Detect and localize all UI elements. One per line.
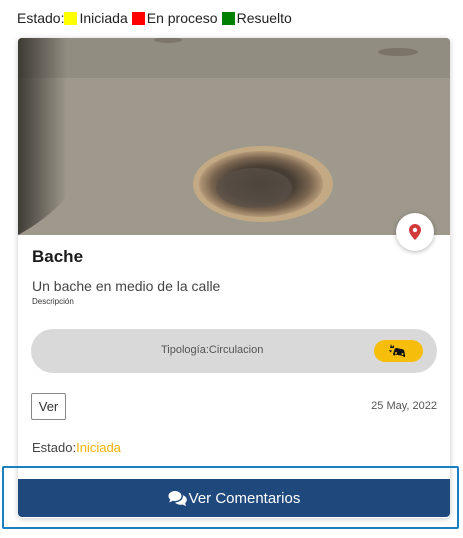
location-button[interactable] (396, 213, 434, 251)
legend-swatch-red (131, 11, 145, 25)
ver-comentarios-label: Ver Comentarios (188, 489, 301, 507)
tipologia-value: Circulacion (208, 344, 264, 356)
legend-item-label: En proceso (146, 10, 218, 26)
legend-label: Estado: (17, 10, 65, 26)
comments-icon (168, 490, 188, 506)
status-value: Iniciada (76, 440, 121, 455)
ver-button[interactable]: Ver (31, 393, 66, 420)
incident-date: 25 May, 2022 (371, 400, 437, 412)
status-label: Estado: (32, 440, 77, 455)
map-marker-icon (409, 224, 421, 240)
incident-card: Bache Un bache en medio de la calle Desc… (18, 38, 450, 518)
pothole-photo (18, 38, 450, 235)
tipologia-label: Tipología: (161, 344, 209, 356)
legend-swatch-green (221, 11, 235, 25)
status-legend: Estado: Iniciada En proceso Resuelto (17, 10, 296, 26)
tipologia-bar: Tipología:Circulacion (31, 329, 437, 373)
incident-title: Bache (32, 247, 84, 266)
legend-item-label: Resuelto (236, 10, 292, 26)
legend-swatch-yellow (64, 11, 78, 25)
tipologia-text: Tipología:Circulacion (161, 344, 263, 356)
tipologia-badge (374, 340, 423, 362)
legend-item-resuelto: Resuelto (221, 10, 292, 26)
car-crash-icon (388, 344, 405, 357)
legend-item-iniciada: Iniciada (64, 10, 128, 26)
legend-item-label: Iniciada (79, 10, 128, 26)
incident-status: Estado:Iniciada (32, 440, 121, 455)
description-label: Descripción (32, 297, 74, 306)
ver-comentarios-button[interactable]: Ver Comentarios (18, 479, 450, 517)
legend-item-en-proceso: En proceso (131, 10, 218, 26)
pothole-photo-graphic (18, 38, 450, 235)
incident-description: Un bache en medio de la calle (32, 278, 221, 294)
